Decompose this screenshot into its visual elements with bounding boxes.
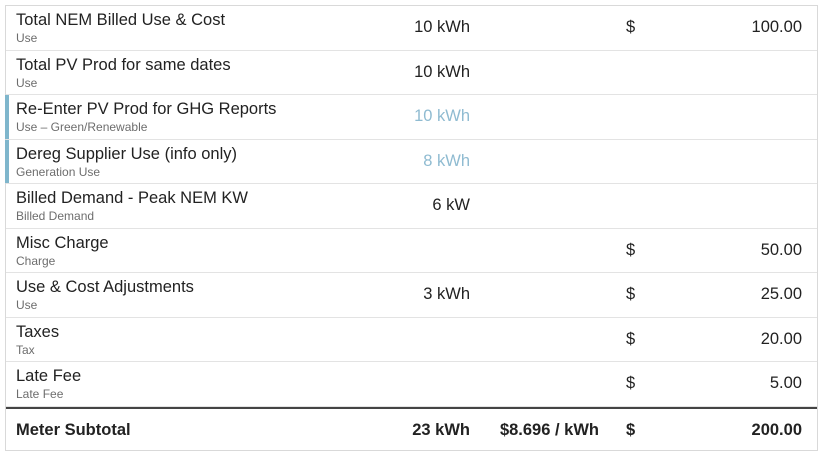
table-row[interactable]: Misc Charge Charge $50.00 [6, 229, 817, 273]
row-currency-symbol: $ [626, 329, 636, 348]
table-row[interactable]: Billed Demand - Peak NEM KW Billed Demand… [6, 184, 817, 229]
row-currency-symbol: $ [626, 285, 636, 303]
subtotal-amount: 200.00 [751, 420, 802, 439]
meter-subtotal-row: Meter Subtotal 23 kWh $8.696 / kWh $200.00 [6, 406, 817, 450]
row-type: Charge [16, 253, 56, 268]
table-row[interactable]: Dereg Supplier Use (info only) Generation… [5, 139, 817, 184]
row-type: Tax [16, 342, 35, 357]
row-type: Use [16, 31, 38, 45]
subtotal-currency-symbol: $ [626, 420, 636, 439]
table-row[interactable]: Taxes Tax $20.00 [6, 318, 817, 362]
row-amount: 20.00 [760, 329, 802, 348]
meter-cost-table: Total NEM Billed Use & Cost Use 10 kWh $100… [5, 5, 818, 451]
row-type: Use – Green/Renewable [16, 120, 148, 134]
row-type: Late Fee [16, 387, 64, 401]
row-type: Billed Demand [16, 209, 95, 223]
row-label: Late Fee [16, 367, 82, 385]
row-label: Re-Enter PV Prod for GHG Reports [16, 100, 277, 118]
subtotal-label: Meter Subtotal [16, 420, 131, 439]
subtotal-use: 23 kWh [412, 420, 470, 439]
row-type: Use [16, 298, 38, 312]
row-label: Misc Charge [16, 233, 109, 252]
row-label: Taxes [16, 322, 60, 341]
row-amount: 50.00 [760, 240, 802, 259]
table-row[interactable]: Re-Enter PV Prod for GHG Reports Use – Gr… [5, 95, 817, 140]
row-use-value: 10 kWh [414, 18, 470, 36]
row-label: Billed Demand - Peak NEM KW [16, 189, 248, 207]
row-use-value: 3 kWh [423, 285, 470, 303]
table-row[interactable]: Use & Cost Adjustments Use 3 kWh $25.00 [6, 273, 817, 318]
row-type: Use [16, 75, 38, 90]
row-use-value[interactable]: 10 kWh [414, 107, 470, 126]
row-use-value[interactable]: 8 kWh [423, 152, 470, 171]
row-label: Use & Cost Adjustments [16, 278, 194, 296]
row-amount: 5.00 [769, 374, 802, 392]
row-amount: 25.00 [760, 285, 802, 303]
row-currency-symbol: $ [626, 374, 636, 392]
table-row[interactable]: Late Fee Late Fee $5.00 [6, 362, 817, 407]
table-row[interactable]: Total NEM Billed Use & Cost Use 10 kWh $100… [6, 6, 817, 51]
row-type: Generation Use [16, 164, 101, 179]
row-use-value: 10 kWh [414, 62, 470, 81]
subtotal-rate: $8.696 / kWh [499, 420, 599, 439]
row-amount: 100.00 [751, 18, 802, 36]
row-label: Dereg Supplier Use (info only) [16, 144, 238, 163]
row-currency-symbol: $ [626, 18, 636, 36]
table-row[interactable]: Total PV Prod for same dates Use 10 kWh [6, 51, 817, 95]
row-label: Total PV Prod for same dates [16, 55, 231, 74]
row-currency-symbol: $ [626, 240, 636, 259]
row-use-value: 6 kW [432, 196, 470, 214]
row-label: Total NEM Billed Use & Cost [16, 11, 226, 29]
